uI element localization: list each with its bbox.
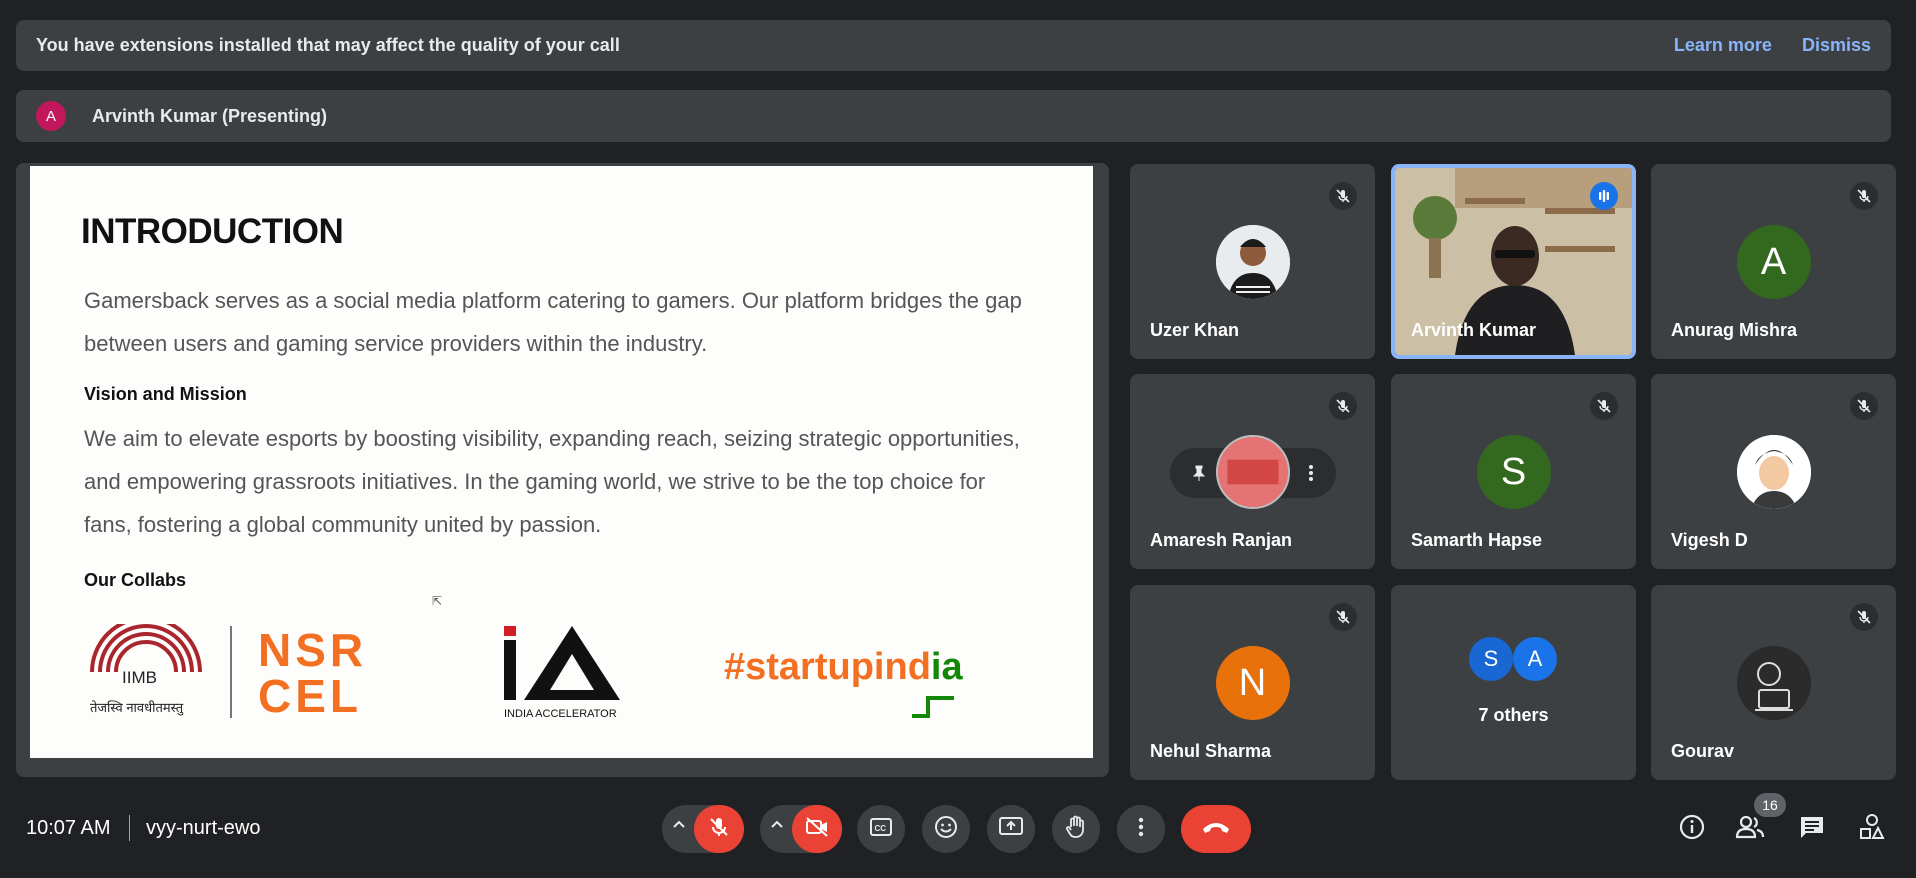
- camera-toggle-button[interactable]: [792, 805, 842, 853]
- startupindia-suffix: ia: [930, 646, 963, 688]
- mic-off-icon: [1850, 392, 1878, 420]
- participant-name: Anurag Mishra: [1671, 320, 1798, 340]
- avatar: A: [1513, 637, 1557, 681]
- participant-name: Nehul Sharma: [1150, 741, 1272, 761]
- chat-button[interactable]: [1792, 809, 1832, 849]
- emoji-icon: [934, 815, 958, 844]
- slide-intro-line: Gamersback serves as a social media plat…: [84, 288, 1022, 313]
- startupindia-logo: #startupindia: [724, 646, 963, 718]
- activities-icon: [1858, 813, 1886, 846]
- more-options-button[interactable]: [1117, 805, 1165, 853]
- meeting-code: vyy-nurt-ewo: [146, 817, 261, 839]
- presentation-slide: INTRODUCTION Gamersback serves as a soci…: [30, 166, 1093, 758]
- extensions-warning-banner: You have extensions installed that may a…: [16, 20, 1891, 71]
- microphone-toggle-button[interactable]: [694, 805, 744, 853]
- participant-name: Vigesh D: [1671, 530, 1748, 550]
- avatar: S: [1469, 637, 1513, 681]
- mic-off-icon: [1329, 603, 1357, 631]
- others-tile[interactable]: S A 7 others: [1391, 585, 1636, 780]
- avatar: [1215, 225, 1290, 299]
- participant-tile[interactable]: N Nehul Sharma: [1130, 585, 1375, 780]
- vision-line: fans, fostering a global community unite…: [84, 512, 602, 537]
- participant-name: Arvinth Kumar: [1411, 320, 1537, 340]
- people-button[interactable]: [1730, 809, 1770, 849]
- activities-button[interactable]: [1852, 809, 1892, 849]
- avatar: N: [1215, 646, 1290, 720]
- pin-icon[interactable]: [1186, 460, 1212, 486]
- svg-text:CC: CC: [875, 824, 887, 833]
- mouse-cursor-icon: ⇱: [432, 594, 443, 608]
- meeting-time: 10:07 AM: [26, 817, 111, 839]
- iimb-text: IIMB: [122, 668, 157, 687]
- nsr-text: NSR: [258, 624, 368, 676]
- chat-icon: [1798, 814, 1826, 845]
- slide-title: INTRODUCTION: [81, 212, 344, 251]
- mic-off-icon: [708, 816, 730, 843]
- presenter-label: Arvinth Kumar (Presenting): [92, 105, 328, 126]
- participant-name: Amaresh Ranjan: [1150, 530, 1293, 550]
- banner-message: You have extensions installed that may a…: [36, 35, 620, 55]
- participant-name: Gourav: [1671, 741, 1735, 761]
- chevron-up-icon: [672, 817, 686, 836]
- meeting-controls-bar: 10:07 AM vyy-nurt-ewo CC 16: [0, 783, 1916, 878]
- learn-more-link[interactable]: Learn more: [1674, 35, 1772, 56]
- participant-name: Samarth Hapse: [1411, 530, 1543, 550]
- participant-tile[interactable]: S Samarth Hapse: [1391, 374, 1636, 569]
- divider: [129, 815, 130, 841]
- collabs-heading: Our Collabs: [84, 570, 187, 590]
- info-icon: [1678, 813, 1706, 846]
- chevron-up-icon: [770, 817, 784, 836]
- participant-tile[interactable]: Vigesh D: [1651, 374, 1896, 569]
- avatar: A: [1736, 225, 1811, 299]
- presenting-bar: A Arvinth Kumar (Presenting): [16, 90, 1891, 142]
- iimb-logo: IIMB तेजस्वि नावधीतमस्तु: [86, 616, 246, 724]
- nsrcel-logo: NSR CEL: [258, 624, 368, 722]
- more-vert-icon: [1138, 817, 1144, 842]
- mic-off-icon: [1850, 182, 1878, 210]
- others-count-label: 7 others: [1478, 705, 1549, 725]
- dismiss-button[interactable]: Dismiss: [1802, 35, 1871, 56]
- vision-line: We aim to elevate esports by boosting vi…: [84, 426, 1020, 451]
- avatar: S: [1476, 435, 1551, 509]
- presenter-avatar: A: [36, 101, 66, 131]
- mic-off-icon: [1590, 392, 1618, 420]
- people-icon: [1735, 814, 1765, 845]
- emoji-reactions-button[interactable]: [922, 805, 970, 853]
- cel-text: CEL: [258, 670, 362, 722]
- raise-hand-button[interactable]: [1052, 805, 1100, 853]
- participant-tile[interactable]: Uzer Khan: [1130, 164, 1375, 359]
- captions-button[interactable]: CC: [857, 805, 905, 853]
- avatar: [1215, 435, 1290, 509]
- presentation-stage: INTRODUCTION Gamersback serves as a soci…: [16, 163, 1109, 777]
- mic-off-icon: [1329, 392, 1357, 420]
- present-screen-button[interactable]: [987, 805, 1035, 853]
- vision-heading: Vision and Mission: [84, 384, 247, 404]
- avatar: [1736, 646, 1811, 720]
- startupindia-text: #startupind: [724, 646, 931, 688]
- more-options-icon[interactable]: [1298, 460, 1324, 486]
- present-screen-icon: [998, 816, 1024, 843]
- mic-off-icon: [1850, 603, 1878, 631]
- captions-icon: CC: [869, 817, 893, 842]
- participant-tile-active-speaker[interactable]: Arvinth Kumar: [1391, 164, 1636, 359]
- india-accelerator-text: INDIA ACCELERATOR: [504, 708, 617, 720]
- hand-icon: [1065, 815, 1087, 844]
- participant-tile[interactable]: Amaresh Ranjan: [1130, 374, 1375, 569]
- speaking-indicator-icon: [1590, 182, 1618, 210]
- camera-off-icon: [805, 816, 829, 843]
- participant-tile[interactable]: Gourav: [1651, 585, 1896, 780]
- meeting-details-button[interactable]: [1672, 809, 1712, 849]
- avatar: [1736, 435, 1811, 509]
- participant-name: Uzer Khan: [1150, 320, 1240, 340]
- leave-call-button[interactable]: [1181, 805, 1251, 853]
- end-call-icon: [1201, 820, 1231, 839]
- participant-tile[interactable]: A Anurag Mishra: [1651, 164, 1896, 359]
- slide-intro-line: between users and gaming service provide…: [84, 331, 708, 356]
- mic-off-icon: [1329, 182, 1357, 210]
- india-accelerator-logo: INDIA ACCELERATOR: [502, 624, 627, 724]
- iimb-motto: तेजस्वि नावधीतमस्तु: [90, 700, 184, 715]
- vision-line: and empowering grassroots initiatives. I…: [84, 469, 986, 494]
